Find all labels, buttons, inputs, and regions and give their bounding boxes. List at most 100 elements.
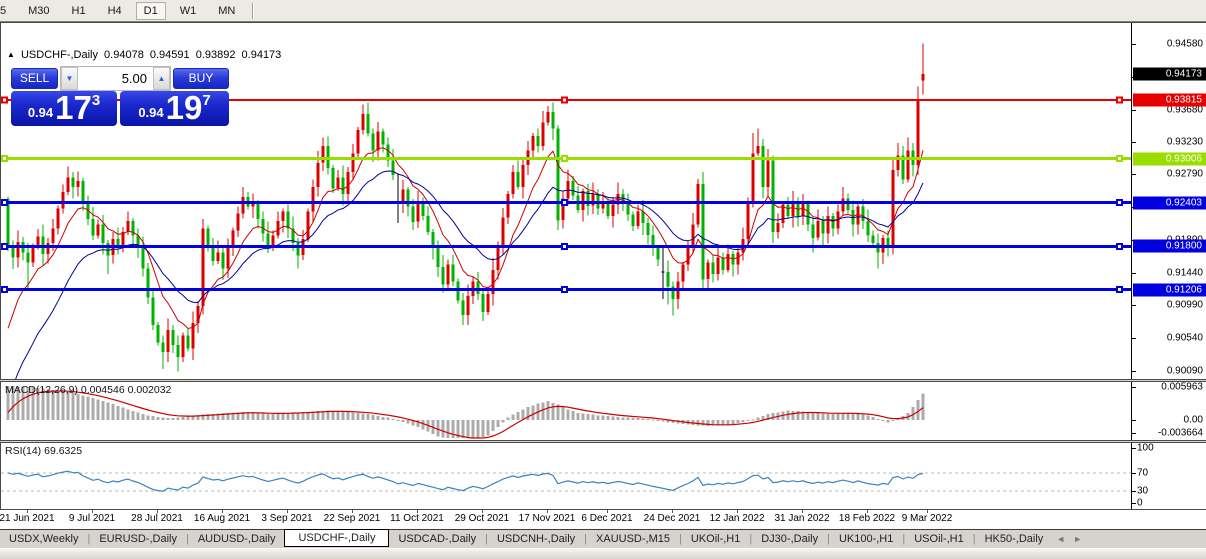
axis-tick-label: 30: [1137, 486, 1148, 497]
buy-button[interactable]: BUY: [173, 68, 229, 89]
chart-tab-uk100-h1[interactable]: UK100-,H1: [830, 531, 902, 547]
quote-close: 0.94173: [242, 49, 282, 61]
date-label: 12 Jan 2022: [702, 513, 772, 524]
axis-tick-mark: [1132, 473, 1136, 474]
axis-tick-mark: [1132, 338, 1136, 339]
chart-tab-dj30-daily[interactable]: DJ30-,Daily: [752, 531, 827, 547]
axis-tick-label: 0.93230: [1167, 137, 1203, 148]
quote-low: 0.93892: [196, 49, 236, 61]
tab-scroll-right-button[interactable]: ►: [1073, 534, 1082, 544]
volume-input[interactable]: [78, 67, 153, 90]
rsi-axis[interactable]: 100 70 300: [1131, 443, 1206, 509]
axis-tick-mark: [1132, 491, 1136, 492]
buy-price-sup: 7: [202, 92, 210, 109]
axis-tick-mark: [1132, 110, 1136, 111]
axis-tick-mark: [1132, 142, 1136, 143]
axis-tick-mark: [1132, 420, 1136, 421]
axis-tick-label: 0.00: [1184, 415, 1203, 426]
timeframe-toolbar: 5 M30 H1 H4 D1 W1 MN: [0, 0, 1206, 22]
axis-tick-mark: [1132, 448, 1136, 449]
buy-price-big: 19: [166, 93, 203, 123]
date-label: 29 Oct 2021: [447, 513, 517, 524]
chart-quote-line: ▲ USDCHF-,Daily 0.94078 0.94591 0.93892 …: [7, 49, 284, 61]
chart-tab-audusd-daily[interactable]: AUDUSD-,Daily: [189, 531, 285, 547]
axis-tick-label: 0.005963: [1161, 382, 1203, 393]
axis-tick-mark: [1132, 273, 1136, 274]
axis-tick-mark: [1132, 174, 1136, 175]
axis-tick-label: 0.92790: [1167, 169, 1203, 180]
date-label: 6 Dec 2021: [572, 513, 642, 524]
buy-price-panel[interactable]: 0.94 19 7: [120, 91, 229, 126]
status-bar: [0, 548, 1206, 559]
chart-tab-usdx-weekly[interactable]: USDX,Weekly: [0, 531, 87, 547]
axis-tick-mark: [1132, 44, 1136, 45]
timeframe-button-5[interactable]: 5: [0, 2, 14, 20]
timeframe-button-mn[interactable]: MN: [210, 2, 243, 20]
rsi-label: RSI(14) 69.6325: [5, 445, 82, 457]
date-label: 21 Jun 2021: [0, 513, 62, 524]
rsi-plot[interactable]: [1, 443, 1131, 509]
sell-price-prefix: 0.94: [28, 105, 53, 120]
sell-price-big: 17: [55, 93, 92, 123]
sell-price-panel[interactable]: 0.94 17 3: [11, 91, 117, 126]
axis-tick-mark: [1132, 371, 1136, 372]
timeframe-button-m30[interactable]: M30: [20, 2, 57, 20]
quote-open: 0.94078: [104, 49, 144, 61]
chart-tab-hk50-daily[interactable]: HK50-,Daily: [976, 531, 1053, 547]
axis-tick-label: -0.003664: [1158, 428, 1203, 439]
axis-tick-label: 0.90540: [1167, 333, 1203, 344]
price-badge: 0.94173: [1133, 67, 1206, 80]
date-label: 9 Jul 2021: [57, 513, 127, 524]
axis-tick-label: 70: [1137, 468, 1148, 479]
chart-tab-eurusd-daily[interactable]: EURUSD-,Daily: [90, 531, 186, 547]
price-badge: 0.91206: [1133, 283, 1206, 296]
chart-tab-usoil-h1[interactable]: USOil-,H1: [905, 531, 973, 547]
price-axis[interactable]: 0.945800.941300.936800.932300.927900.923…: [1131, 23, 1206, 379]
macd-panel: 0.0059630.00-0.003664 MACD(12,26,9) 0.00…: [0, 382, 1206, 440]
volume-increase-button[interactable]: ▲: [153, 67, 170, 90]
chart-tab-xauusd-m15[interactable]: XAUUSD-,M15: [587, 531, 679, 547]
date-label: 16 Aug 2021: [187, 513, 257, 524]
toolbar-separator: [252, 3, 254, 19]
sell-button[interactable]: SELL: [11, 68, 58, 89]
macd-axis[interactable]: 0.005963 0.00 -0.003664: [1131, 382, 1206, 440]
date-label: 28 Jul 2021: [122, 513, 192, 524]
price-badge: 0.91800: [1133, 240, 1206, 253]
axis-tick-label: 0.90090: [1167, 365, 1203, 376]
sell-price-sup: 3: [92, 92, 100, 109]
chart-tab-usdcnh-daily[interactable]: USDCNH-,Daily: [488, 531, 584, 547]
volume-decrease-button[interactable]: ▼: [61, 67, 78, 90]
date-label: 9 Mar 2022: [892, 513, 962, 524]
chart-symbol-label: USDCHF-,Daily: [21, 49, 98, 61]
tab-scroll-left-button[interactable]: ◄: [1056, 534, 1065, 544]
buy-price-prefix: 0.94: [138, 105, 163, 120]
timeframe-button-w1[interactable]: W1: [172, 2, 205, 20]
chart-tab-usdchf-daily[interactable]: USDCHF-,Daily: [284, 529, 389, 547]
axis-tick-label: 0.90990: [1167, 300, 1203, 311]
collapse-triangle-icon[interactable]: ▲: [7, 50, 15, 59]
date-label: 3 Sep 2021: [252, 513, 322, 524]
date-label: 24 Dec 2021: [637, 513, 707, 524]
axis-tick-mark: [1132, 305, 1136, 306]
quote-high: 0.94591: [150, 49, 190, 61]
axis-tick-mark: [1132, 503, 1136, 504]
date-label: 31 Jan 2022: [767, 513, 837, 524]
price-badge: 0.93006: [1133, 152, 1206, 165]
one-click-trading-widget: SELL ▼ ▲ BUY 0.94 17 3 0.94 19 7: [11, 68, 229, 126]
price-chart-panel: 0.945800.941300.936800.932300.927900.923…: [0, 22, 1206, 379]
chart-tab-usdcad-daily[interactable]: USDCAD-,Daily: [389, 531, 485, 547]
price-badge: 0.92403: [1133, 196, 1206, 209]
trading-terminal-window: 5M30H1H4D1W1MN 0.945800.941300.936800.93…: [0, 0, 1206, 559]
date-label: 22 Sep 2021: [317, 513, 387, 524]
timeframe-button-h1[interactable]: H1: [64, 2, 94, 20]
date-axis[interactable]: 21 Jun 20219 Jul 202128 Jul 202116 Aug 2…: [0, 509, 1206, 529]
chart-tab-ukoil-h1[interactable]: UKOil-,H1: [682, 531, 750, 547]
timeframe-button-d1[interactable]: D1: [136, 2, 166, 20]
symbol-tab-bar: USDX,Weekly|EURUSD-,Daily|AUDUSD-,DailyU…: [0, 529, 1206, 548]
timeframe-button-h4[interactable]: H4: [100, 2, 130, 20]
axis-tick-label: 0: [1137, 498, 1143, 509]
axis-tick-label: 100: [1137, 443, 1154, 454]
axis-tick-label: 0.91440: [1167, 267, 1203, 278]
rsi-panel: 100 70 300 RSI(14) 69.6325: [0, 443, 1206, 509]
price-badge: 0.93815: [1133, 93, 1206, 106]
